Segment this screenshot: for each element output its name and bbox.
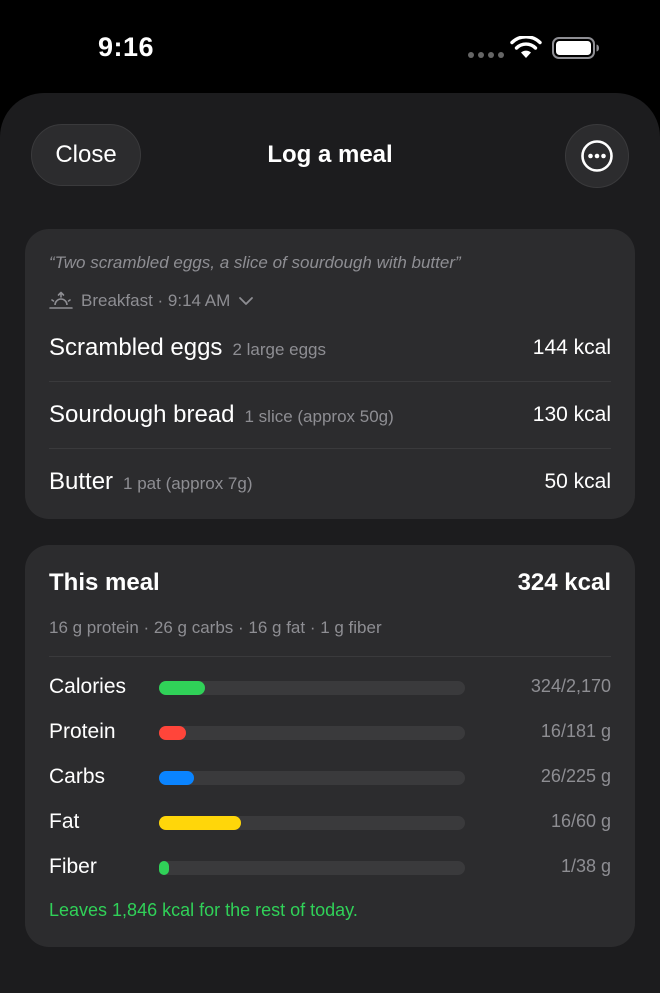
food-item-portion: 2 large eggs — [232, 339, 327, 359]
wifi-icon — [510, 36, 542, 58]
food-item-row[interactable]: Butter 1 pat (approx 7g) 50 kcal — [49, 448, 611, 515]
macro-label: Carbs — [49, 765, 106, 788]
chevron-down-icon — [239, 297, 254, 305]
food-item-name: Scrambled eggs — [49, 333, 223, 361]
meal-time-selector[interactable]: Breakfast · 9:14 AM — [49, 291, 254, 311]
macro-row-fiber: Fiber 1/38 g — [49, 853, 611, 883]
sunrise-icon — [49, 291, 73, 309]
remaining-calories-note: Leaves 1,846 kcal for the rest of today. — [49, 900, 358, 920]
cellular-signal-icon — [468, 52, 504, 58]
food-item-kcal: 130 kcal — [532, 402, 611, 426]
macro-progress-track — [159, 861, 465, 875]
divider — [49, 656, 611, 657]
macro-progress-track — [159, 771, 465, 785]
food-item-name: Sourdough bread — [49, 400, 235, 428]
macro-row-calories: Calories 324/2,170 — [49, 673, 611, 703]
macro-label: Fat — [49, 810, 80, 833]
macro-row-fat: Fat 16/60 g — [49, 808, 611, 838]
macro-progress-track — [159, 816, 465, 830]
macro-label: Fiber — [49, 855, 97, 878]
meal-time-label: Breakfast · 9:14 AM — [81, 291, 231, 310]
food-item-portion: 1 pat (approx 7g) — [123, 473, 253, 493]
food-item-kcal: 50 kcal — [544, 469, 611, 493]
ellipsis-circle-icon — [581, 140, 613, 172]
food-item-name: Butter — [49, 467, 114, 495]
summary-breakdown: 16 g protein · 26 g carbs · 16 g fat · 1… — [49, 618, 382, 637]
macro-value: 16/181 g — [540, 721, 611, 741]
log-meal-sheet: Close Log a meal “Two scrambled eggs, a … — [0, 93, 660, 993]
macro-label: Calories — [49, 675, 127, 698]
macro-value: 26/225 g — [540, 766, 611, 786]
macro-progress-fill — [159, 771, 194, 785]
more-options-button[interactable] — [565, 124, 629, 188]
macro-value: 1/38 g — [560, 856, 611, 876]
food-item-kcal: 144 kcal — [532, 335, 611, 359]
status-time: 9:16 — [98, 32, 155, 62]
macro-progress-fill — [159, 816, 241, 830]
summary-total-kcal: 324 kcal — [517, 569, 611, 596]
macro-progress-fill — [159, 726, 186, 740]
meal-entry-card: “Two scrambled eggs, a slice of sourdoug… — [25, 229, 635, 519]
macro-row-protein: Protein 16/181 g — [49, 718, 611, 748]
summary-title: This meal — [49, 569, 160, 596]
food-item-row[interactable]: Scrambled eggs 2 large eggs 144 kcal — [49, 314, 611, 381]
meal-description-quote: “Two scrambled eggs, a slice of sourdoug… — [49, 253, 461, 272]
battery-icon — [552, 37, 599, 59]
macro-row-carbs: Carbs 26/225 g — [49, 763, 611, 793]
food-item-portion: 1 slice (approx 50g) — [244, 406, 394, 426]
page-title: Log a meal — [267, 141, 393, 168]
macro-progress-fill — [159, 681, 205, 695]
macro-value: 16/60 g — [550, 811, 611, 831]
macro-progress-fill — [159, 861, 169, 875]
macro-value: 324/2,170 — [530, 676, 611, 696]
macro-progress-track — [159, 681, 465, 695]
food-item-row[interactable]: Sourdough bread 1 slice (approx 50g) 130… — [49, 381, 611, 448]
meal-summary-card: This meal 324 kcal 16 g protein · 26 g c… — [25, 545, 635, 947]
macro-label: Protein — [49, 720, 116, 743]
macro-progress-track — [159, 726, 465, 740]
status-bar: 9:16 — [0, 0, 660, 92]
